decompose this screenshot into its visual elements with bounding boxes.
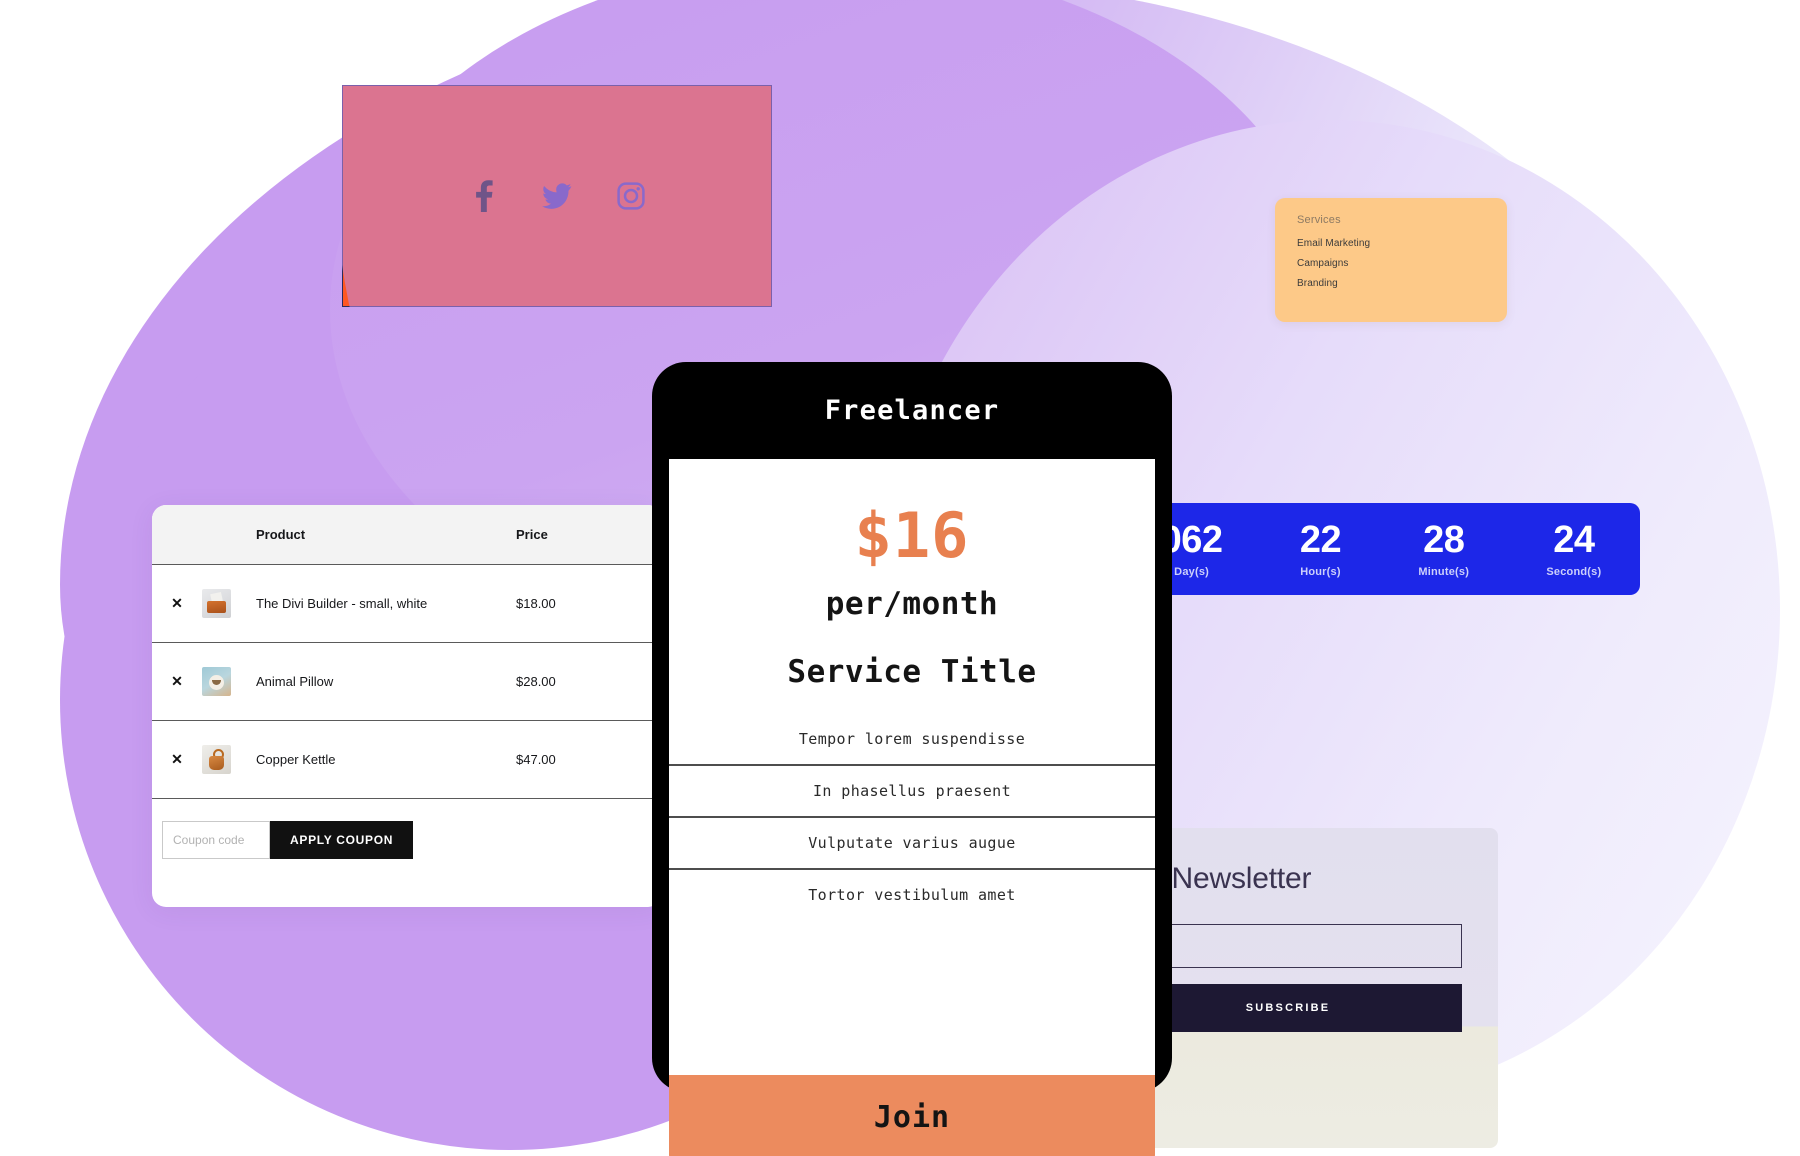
countdown-hours-value: 22 — [1299, 518, 1342, 561]
cart-product-price: $28.00 — [516, 642, 662, 721]
list-item: Tempor lorem suspendisse — [798, 730, 1026, 748]
instagram-icon[interactable] — [614, 179, 648, 213]
cart-product-name[interactable]: Copper Kettle — [256, 720, 516, 799]
services-list: Email Marketing Campaigns Branding — [1297, 238, 1485, 289]
coupon-code-input[interactable] — [162, 821, 270, 859]
services-card-title: Services — [1297, 214, 1341, 226]
facebook-icon[interactable] — [466, 179, 500, 213]
social-icon-row — [466, 179, 648, 213]
cart-thumb-cell — [202, 720, 256, 799]
cart-product-price: $47.00 — [516, 720, 662, 799]
product-thumb-bag — [202, 589, 231, 618]
plan-price: $16 — [854, 499, 970, 572]
services-item-branding[interactable]: Branding — [1297, 278, 1485, 289]
services-card: Services Email Marketing Campaigns Brand… — [1275, 198, 1507, 322]
countdown-timer: 062 Day(s) 22 Hour(s) 28 Minute(s) 24 Se… — [1122, 503, 1640, 595]
cart-remove-cell: ✕ — [152, 720, 202, 799]
product-thumb-pillow — [202, 667, 231, 696]
social-links-card — [342, 85, 772, 307]
countdown-days-label: Day(s) — [1174, 565, 1209, 578]
cart-product-name[interactable]: Animal Pillow — [256, 642, 516, 721]
cart-table-body: ✕ The Divi Builder - small, white $18.00… — [152, 564, 662, 799]
services-item-email-marketing[interactable]: Email Marketing — [1297, 238, 1485, 249]
product-thumb-kettle — [202, 745, 231, 774]
countdown-unit-seconds: 24 Second(s) — [1546, 521, 1601, 578]
shopping-cart-card: Product Price ✕ The Divi Builder - small… — [152, 505, 662, 907]
service-title: Service Title — [787, 654, 1037, 690]
list-item: In phasellus praesent — [669, 764, 1155, 816]
cart-table-head: Product Price — [152, 505, 662, 565]
apply-coupon-button[interactable]: APPLY COUPON — [270, 821, 414, 859]
table-row: ✕ The Divi Builder - small, white $18.00 — [152, 564, 662, 643]
phone-mockup: Freelancer $16 per/month Service Title T… — [652, 362, 1172, 1156]
cart-remove-cell: ✕ — [152, 642, 202, 721]
twitter-icon[interactable] — [540, 179, 574, 213]
join-button[interactable]: Join — [669, 1075, 1155, 1156]
list-item: Vulputate varius augue — [669, 816, 1155, 868]
services-item-campaigns[interactable]: Campaigns — [1297, 258, 1485, 269]
cart-header-remove — [152, 505, 202, 565]
remove-item-icon[interactable]: ✕ — [171, 752, 183, 766]
cart-header-product: Product — [256, 505, 516, 565]
countdown-hours-label: Hour(s) — [1300, 565, 1341, 578]
countdown-minutes-value: 28 — [1423, 518, 1465, 561]
cart-table: Product Price ✕ The Divi Builder - small… — [152, 505, 662, 799]
cart-header-price: Price — [516, 505, 662, 565]
cart-header-row: Product Price — [152, 505, 662, 565]
cart-remove-cell: ✕ — [152, 564, 202, 643]
countdown-seconds-value: 24 — [1553, 518, 1595, 561]
coupon-row: APPLY COUPON — [152, 799, 662, 859]
countdown-minutes-label: Minute(s) — [1418, 565, 1470, 578]
remove-item-icon[interactable]: ✕ — [171, 596, 183, 610]
cart-product-price: $18.00 — [516, 564, 662, 643]
table-row: ✕ Animal Pillow $28.00 — [152, 642, 662, 721]
cart-thumb-cell — [202, 642, 256, 721]
remove-item-icon[interactable]: ✕ — [171, 674, 183, 688]
cart-header-thumb — [202, 505, 256, 565]
cart-thumb-cell — [202, 564, 256, 643]
plan-feature-list: Tempor lorem suspendisse In phasellus pr… — [669, 714, 1155, 1075]
plan-period: per/month — [825, 586, 999, 622]
table-row: ✕ Copper Kettle $47.00 — [152, 720, 662, 799]
countdown-seconds-label: Second(s) — [1546, 565, 1602, 578]
cart-product-name[interactable]: The Divi Builder - small, white — [256, 564, 516, 643]
canvas: Services Email Marketing Campaigns Brand… — [0, 0, 1800, 1156]
countdown-unit-minutes: 28 Minute(s) — [1418, 521, 1469, 578]
pricing-plan-title: Freelancer — [824, 395, 1000, 426]
pricing-card-body: $16 per/month Service Title Tempor lorem… — [669, 459, 1155, 1075]
list-item: Tortor vestibulum amet — [669, 868, 1155, 920]
countdown-unit-hours: 22 Hour(s) — [1299, 518, 1342, 578]
